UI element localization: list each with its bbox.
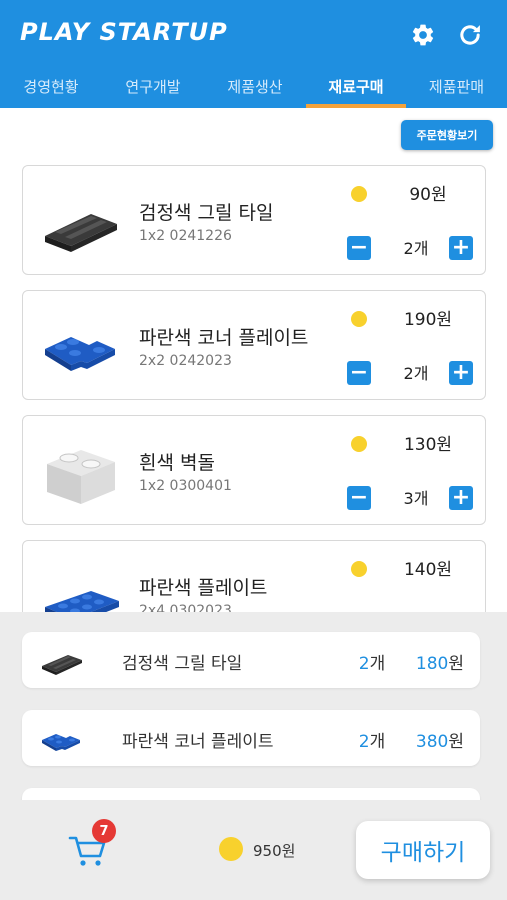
app-header: PLAY STARTUP 경영현황 연구개발 제품생산 재료구매 제품판매 xyxy=(0,0,507,108)
tab-production[interactable]: 제품생산 xyxy=(204,76,306,108)
coin-icon xyxy=(351,561,367,577)
cart-item-quantity: 2개 xyxy=(358,654,386,674)
tab-management-status[interactable]: 경영현황 xyxy=(0,76,102,108)
product-quantity: 2개 xyxy=(403,364,429,383)
active-tab-indicator xyxy=(306,104,406,108)
product-price: 90원 xyxy=(409,185,447,205)
coin-icon xyxy=(219,837,243,861)
app-logo: PLAY STARTUP xyxy=(20,18,228,46)
blue-corner-plate-image xyxy=(41,309,121,381)
coin-icon xyxy=(351,186,367,202)
product-card: 흰색 벽돌 1x2 0300401 130원 − 3개 + xyxy=(22,415,486,525)
cart-item-total: 180원 xyxy=(415,654,464,674)
decrease-quantity-button[interactable]: − xyxy=(347,236,371,260)
cart-item-quantity: 2개 xyxy=(358,732,386,752)
tab-sales[interactable]: 제품판매 xyxy=(406,76,507,108)
product-card: 검정색 그릴 타일 1x2 0241226 90원 − 2개 + xyxy=(22,165,486,275)
cart-total: 950원 xyxy=(253,842,296,860)
white-brick-image xyxy=(41,434,121,506)
product-quantity: 2개 xyxy=(403,239,429,258)
product-price: 130원 xyxy=(403,435,453,455)
cart-item: 파란색 코너 플레이트 2개 380원 xyxy=(22,710,480,766)
product-quantity: 3개 xyxy=(403,489,429,508)
cart-item-name: 파란색 코너 플레이트 xyxy=(122,732,274,752)
product-name: 흰색 벽돌 xyxy=(139,452,215,474)
increase-quantity-button[interactable]: + xyxy=(449,486,473,510)
purchase-button[interactable]: 구매하기 xyxy=(356,821,490,879)
product-code: 2x2 0242023 xyxy=(139,353,232,369)
black-grille-tile-image xyxy=(41,184,121,256)
product-card: 파란색 코너 플레이트 2x2 0242023 190원 − 2개 + xyxy=(22,290,486,400)
blue-corner-plate-image xyxy=(40,720,84,756)
increase-quantity-button[interactable]: + xyxy=(449,236,473,260)
product-price: 140원 xyxy=(403,560,453,580)
tab-research[interactable]: 연구개발 xyxy=(102,76,204,108)
coin-icon xyxy=(351,436,367,452)
cart-item-name: 검정색 그릴 타일 xyxy=(122,654,243,674)
refresh-icon[interactable] xyxy=(453,18,487,52)
product-name: 파란색 코너 플레이트 xyxy=(139,327,309,349)
decrease-quantity-button[interactable]: − xyxy=(347,361,371,385)
cart-count-badge: 7 xyxy=(92,819,116,843)
product-name: 파란색 플레이트 xyxy=(139,577,268,599)
product-code: 1x2 0300401 xyxy=(139,478,232,494)
tab-bar: 경영현황 연구개발 제품생산 재료구매 제품판매 xyxy=(0,70,507,108)
coin-icon xyxy=(351,311,367,327)
product-price: 190원 xyxy=(403,310,453,330)
cart-item: 검정색 그릴 타일 2개 180원 xyxy=(22,632,480,688)
gear-icon[interactable] xyxy=(406,18,440,52)
product-name: 검정색 그릴 타일 xyxy=(139,202,274,224)
cart-item-total: 380원 xyxy=(415,732,464,752)
increase-quantity-button[interactable]: + xyxy=(449,361,473,385)
black-grille-tile-image xyxy=(40,642,84,678)
product-code: 1x2 0241226 xyxy=(139,228,232,244)
decrease-quantity-button[interactable]: − xyxy=(347,486,371,510)
order-status-button[interactable]: 주문현황보기 xyxy=(401,120,493,150)
